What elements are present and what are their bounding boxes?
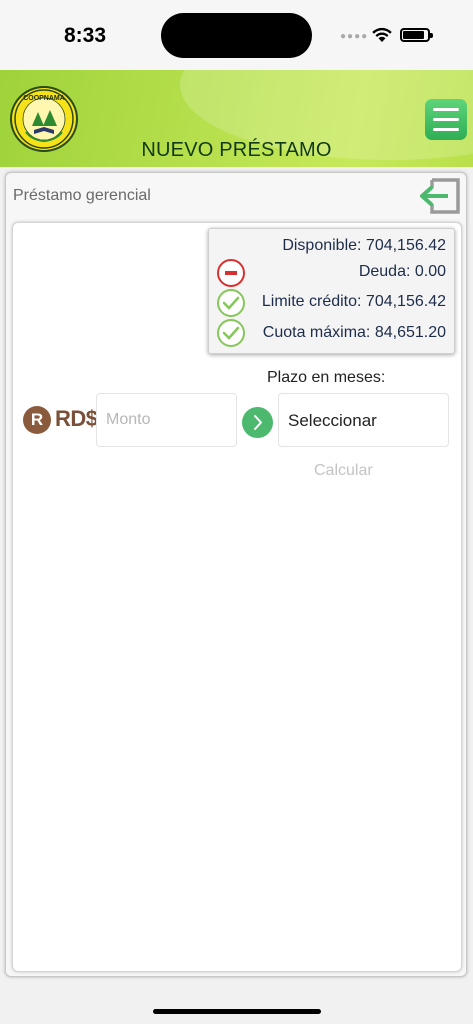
- minus-circle-icon: [217, 259, 245, 287]
- currency-icon: R: [23, 406, 51, 434]
- page-title: NUEVO PRÉSTAMO: [141, 139, 332, 161]
- term-select[interactable]: Seleccionar: [278, 393, 449, 447]
- logout-arrow-icon[interactable]: [418, 176, 462, 216]
- logo-text: COOPNAMA: [23, 95, 65, 102]
- home-indicator: [153, 1009, 321, 1014]
- credit-summary: Disponible: 704,156.42 Deuda: 0.00 Limit…: [208, 228, 455, 354]
- menu-button[interactable]: [425, 99, 467, 140]
- credit-limit: Limite crédito: 704,156.42: [261, 293, 446, 310]
- debt-amount: Deuda: 0.00: [358, 263, 446, 280]
- currency-label: RD$: [55, 406, 98, 431]
- app-header: COOPNAMA NUEVO PRÉSTAMO: [0, 70, 473, 167]
- chevron-right-circle-icon: [254, 415, 262, 430]
- hamburger-menu-icon-bar: [433, 118, 459, 121]
- calculate-button[interactable]: Calcular: [314, 462, 373, 480]
- submit-amount-button[interactable]: [242, 407, 273, 438]
- hamburger-menu-icon: [433, 108, 459, 111]
- max-installment: Cuota máxima: 84,651.20: [262, 324, 446, 341]
- check-circle-icon: [217, 319, 245, 347]
- status-bar: 8:33 ●●●●: [0, 0, 473, 70]
- term-label: Plazo en meses:: [267, 369, 386, 386]
- available-amount: Disponible: 704,156.42: [282, 237, 446, 254]
- status-time: 8:33: [64, 24, 107, 47]
- panel-title: Préstamo gerencial: [13, 187, 151, 204]
- amount-input[interactable]: [96, 393, 237, 447]
- check-circle-icon: [217, 289, 245, 317]
- battery-icon: [400, 28, 433, 42]
- hamburger-menu-icon-bar: [433, 128, 459, 131]
- wifi-icon: [372, 27, 392, 42]
- dynamic-island: [161, 13, 312, 58]
- cellular-dots-icon: ●●●●: [340, 31, 369, 42]
